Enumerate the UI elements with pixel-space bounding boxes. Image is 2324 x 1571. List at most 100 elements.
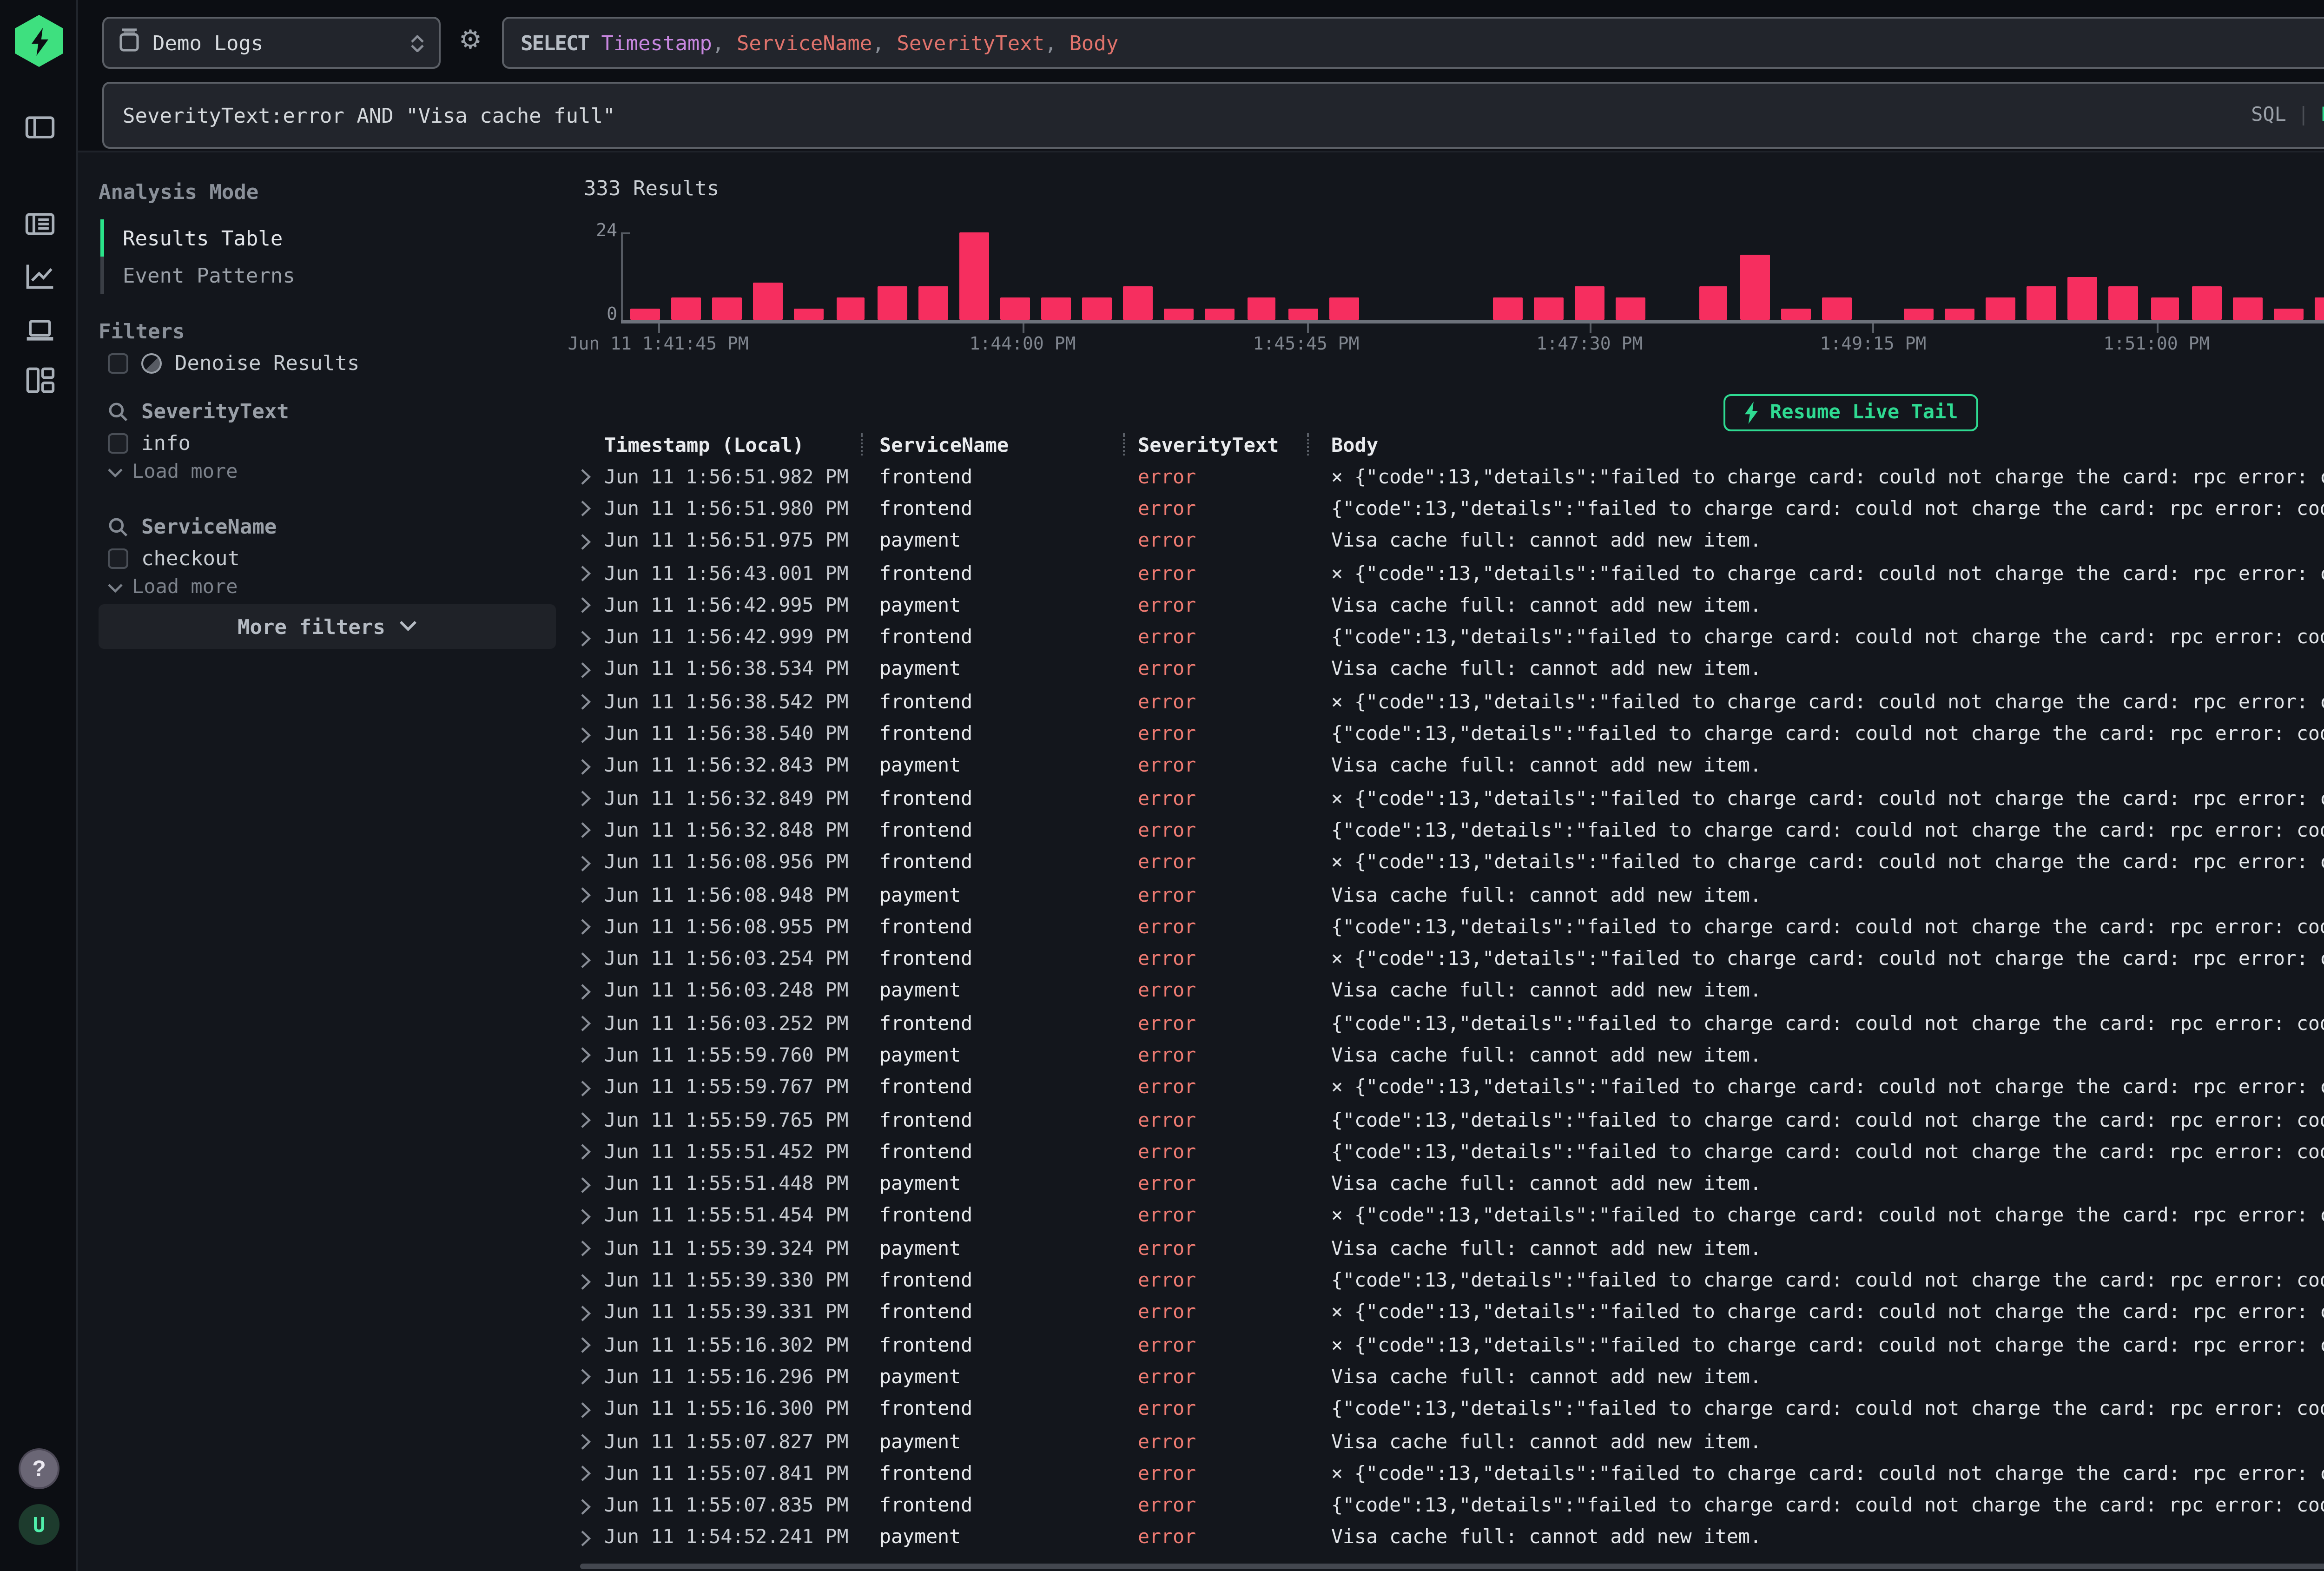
log-row[interactable]: Jun 11 1:56:43.001 PMfrontenderror× {"co… (576, 558, 2324, 590)
load-more-severitytext[interactable]: Load more (108, 461, 238, 483)
log-row[interactable]: Jun 11 1:56:38.542 PMfrontenderror× {"co… (576, 686, 2324, 718)
histogram-bar[interactable] (1939, 232, 1980, 320)
row-expand-chevron-icon[interactable] (576, 1498, 604, 1515)
log-row[interactable]: Jun 11 1:56:32.848 PMfrontenderror{"code… (576, 815, 2324, 847)
column-header-body[interactable]: Body (1331, 434, 2324, 456)
row-expand-chevron-icon[interactable] (576, 951, 604, 968)
help-button[interactable]: ? (19, 1448, 59, 1489)
row-expand-chevron-icon[interactable] (576, 1048, 604, 1064)
app-logo-icon[interactable] (15, 15, 63, 67)
resume-live-tail-button[interactable]: Resume Live Tail (1723, 394, 1979, 431)
row-expand-chevron-icon[interactable] (576, 1273, 604, 1289)
histogram-bar[interactable] (2185, 232, 2226, 320)
filter-checkbox[interactable] (108, 548, 128, 569)
histogram-bar[interactable] (1036, 232, 1076, 320)
log-row[interactable]: Jun 11 1:55:39.324 PMpaymenterrorVisa ca… (576, 1233, 2324, 1265)
histogram-bar[interactable] (1076, 232, 1117, 320)
column-header-servicename[interactable]: ServiceName (879, 434, 1138, 456)
log-row[interactable]: Jun 11 1:55:39.331 PMfrontenderror× {"co… (576, 1297, 2324, 1329)
search-logs-icon[interactable] (22, 206, 56, 240)
horizontal-scrollbar-thumb[interactable] (580, 1564, 2324, 1569)
chart-explorer-icon[interactable] (22, 258, 56, 292)
histogram-bar[interactable] (953, 232, 994, 320)
search-icon[interactable] (108, 402, 128, 422)
row-expand-chevron-icon[interactable] (576, 1208, 604, 1225)
histogram-bars[interactable] (625, 232, 2324, 320)
row-expand-chevron-icon[interactable] (576, 1144, 604, 1161)
log-row[interactable]: Jun 11 1:56:51.980 PMfrontenderror{"code… (576, 493, 2324, 525)
column-resize-handle[interactable] (1307, 433, 1309, 455)
histogram-bar[interactable] (789, 232, 830, 320)
log-row[interactable]: Jun 11 1:56:03.254 PMfrontenderror× {"co… (576, 944, 2324, 976)
source-select[interactable]: Demo Logs (102, 17, 441, 69)
row-expand-chevron-icon[interactable] (576, 919, 604, 936)
log-row[interactable]: Jun 11 1:55:51.448 PMpaymenterrorVisa ca… (576, 1168, 2324, 1201)
log-row[interactable]: Jun 11 1:55:16.300 PMfrontenderror{"code… (576, 1393, 2324, 1426)
mode-sql-button[interactable]: SQL (2251, 104, 2286, 126)
histogram-bar[interactable] (1528, 232, 1569, 320)
filter-option-checkout[interactable]: checkout (108, 547, 240, 571)
histogram-bar[interactable] (1446, 232, 1487, 320)
row-expand-chevron-icon[interactable] (576, 726, 604, 743)
histogram-bar[interactable] (1241, 232, 1282, 320)
histogram-bar[interactable] (2021, 232, 2062, 320)
row-expand-chevron-icon[interactable] (576, 1337, 604, 1354)
row-expand-chevron-icon[interactable] (576, 1369, 604, 1386)
row-expand-chevron-icon[interactable] (576, 1176, 604, 1193)
log-row[interactable]: Jun 11 1:56:51.975 PMpaymenterrorVisa ca… (576, 525, 2324, 557)
load-more-servicename[interactable]: Load more (108, 576, 238, 599)
row-expand-chevron-icon[interactable] (576, 662, 604, 679)
log-row[interactable]: Jun 11 1:55:07.841 PMfrontenderror× {"co… (576, 1458, 2324, 1490)
histogram-bar[interactable] (1159, 232, 1200, 320)
histogram-bar[interactable] (912, 232, 953, 320)
log-row[interactable]: Jun 11 1:55:16.296 PMpaymenterrorVisa ca… (576, 1361, 2324, 1393)
histogram-bar[interactable] (2309, 232, 2324, 320)
row-expand-chevron-icon[interactable] (576, 984, 604, 1000)
log-row[interactable]: Jun 11 1:56:03.248 PMpaymenterrorVisa ca… (576, 976, 2324, 1008)
histogram-bar[interactable] (1364, 232, 1405, 320)
select-clause-input[interactable]: SELECT Timestamp, ServiceName, SeverityT… (502, 17, 2324, 69)
log-row[interactable]: Jun 11 1:55:51.452 PMfrontenderror{"code… (576, 1136, 2324, 1168)
row-expand-chevron-icon[interactable] (576, 469, 604, 486)
histogram-bar[interactable] (1405, 232, 1446, 320)
log-row[interactable]: Jun 11 1:55:39.330 PMfrontenderror{"code… (576, 1265, 2324, 1297)
source-settings-gear-icon[interactable]: ⚙ (448, 13, 493, 65)
histogram-bar[interactable] (1611, 232, 1651, 320)
histogram-bar[interactable] (1200, 232, 1241, 320)
mode-lucene-button[interactable]: Lucene (2320, 104, 2324, 126)
row-expand-chevron-icon[interactable] (576, 1401, 604, 1418)
row-expand-chevron-icon[interactable] (576, 823, 604, 839)
log-row[interactable]: Jun 11 1:56:32.849 PMfrontenderror× {"co… (576, 783, 2324, 815)
row-expand-chevron-icon[interactable] (576, 694, 604, 711)
analysis-item-event-patterns[interactable]: Event Patterns (100, 257, 295, 294)
histogram-bar[interactable] (830, 232, 871, 320)
histogram-bar[interactable] (1734, 232, 1775, 320)
row-expand-chevron-icon[interactable] (576, 565, 604, 582)
histogram-bar[interactable] (1487, 232, 1528, 320)
row-expand-chevron-icon[interactable] (576, 790, 604, 807)
row-expand-chevron-icon[interactable] (576, 758, 604, 775)
row-expand-chevron-icon[interactable] (576, 855, 604, 871)
row-expand-chevron-icon[interactable] (576, 1080, 604, 1096)
log-row[interactable]: Jun 11 1:56:42.999 PMfrontenderror{"code… (576, 622, 2324, 654)
row-expand-chevron-icon[interactable] (576, 1305, 604, 1321)
log-row[interactable]: Jun 11 1:56:42.995 PMpaymenterrorVisa ca… (576, 590, 2324, 622)
more-filters-button[interactable]: More filters (99, 604, 556, 649)
row-expand-chevron-icon[interactable] (576, 533, 604, 550)
histogram-bar[interactable] (2062, 232, 2103, 320)
log-row[interactable]: Jun 11 1:56:08.955 PMfrontenderror{"code… (576, 911, 2324, 944)
row-expand-chevron-icon[interactable] (576, 887, 604, 904)
histogram-bar[interactable] (2104, 232, 2145, 320)
dashboards-icon[interactable] (22, 363, 56, 396)
log-row[interactable]: Jun 11 1:56:38.534 PMpaymenterrorVisa ca… (576, 654, 2324, 686)
histogram-bar[interactable] (1323, 232, 1364, 320)
denoise-checkbox[interactable] (108, 353, 128, 374)
row-expand-chevron-icon[interactable] (576, 1112, 604, 1129)
histogram-bar[interactable] (1282, 232, 1323, 320)
column-header-timestamp[interactable]: Timestamp (Local) (604, 434, 879, 456)
log-row[interactable]: Jun 11 1:55:51.454 PMfrontenderror× {"co… (576, 1201, 2324, 1233)
histogram-bar[interactable] (2227, 232, 2268, 320)
histogram-bar[interactable] (666, 232, 706, 320)
histogram-bar[interactable] (625, 232, 666, 320)
histogram-bar[interactable] (1693, 232, 1734, 320)
